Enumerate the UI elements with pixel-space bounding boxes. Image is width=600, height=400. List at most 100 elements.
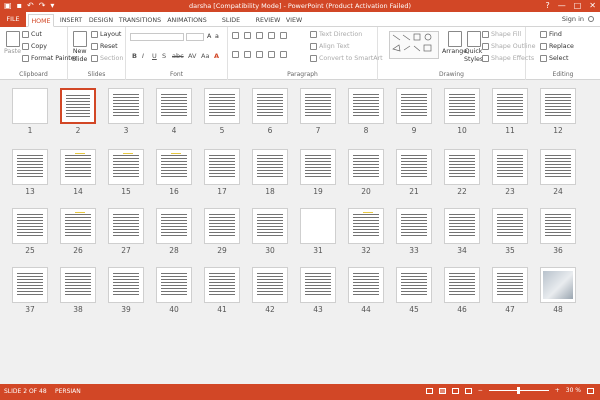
slide-thumbnail-45[interactable] — [396, 267, 432, 303]
quick-styles-button[interactable]: Quick Styles — [464, 31, 483, 63]
slide-thumbnail-43[interactable] — [300, 267, 336, 303]
slide-thumbnail-5[interactable] — [204, 88, 240, 124]
underline-button[interactable]: U — [152, 52, 157, 60]
font-name-combo[interactable] — [130, 33, 184, 41]
close-icon[interactable]: ✕ — [589, 0, 596, 12]
language-indicator[interactable]: PERSIAN — [55, 388, 81, 395]
layout-button[interactable]: Layout — [91, 31, 121, 38]
paste-button[interactable]: Paste — [4, 31, 21, 55]
slide-thumbnail-48[interactable] — [540, 267, 576, 303]
grow-font-icon[interactable]: A — [207, 33, 211, 40]
slide-thumbnail-3[interactable] — [108, 88, 144, 124]
tab-view[interactable]: VIEW — [284, 14, 304, 27]
increase-indent-button[interactable] — [268, 32, 275, 39]
line-spacing-button[interactable] — [280, 32, 287, 39]
slide-thumbnail-10[interactable] — [444, 88, 480, 124]
italic-button[interactable]: I — [142, 52, 144, 60]
tab-animations[interactable]: ANIMATIONS — [166, 14, 208, 27]
slide-thumbnail-12[interactable] — [540, 88, 576, 124]
slide-thumbnail-25[interactable] — [12, 208, 48, 244]
font-color-button[interactable]: A — [214, 52, 219, 60]
reading-view-icon[interactable] — [451, 387, 459, 394]
convert-smartart-button[interactable]: Convert to SmartArt — [310, 55, 383, 62]
copy-button[interactable]: Copy — [22, 43, 47, 50]
slide-thumbnail-11[interactable] — [492, 88, 528, 124]
slide-thumbnail-13[interactable] — [12, 149, 48, 185]
slide-thumbnail-34[interactable] — [444, 208, 480, 244]
zoom-in-button[interactable]: + — [555, 387, 560, 394]
slide-thumbnail-38[interactable] — [60, 267, 96, 303]
zoom-level[interactable]: 30 % — [566, 387, 581, 394]
sign-in[interactable]: Sign in — [562, 15, 594, 23]
align-center-button[interactable] — [244, 51, 251, 58]
fit-slide-icon[interactable] — [587, 387, 594, 394]
slide-thumbnail-22[interactable] — [444, 149, 480, 185]
slide-thumbnail-7[interactable] — [300, 88, 336, 124]
slide-thumbnail-37[interactable] — [12, 267, 48, 303]
slide-thumbnail-46[interactable] — [444, 267, 480, 303]
slide-thumbnail-35[interactable] — [492, 208, 528, 244]
slide-sorter-canvas[interactable]: 12 11 10 9 8 7 6 5 4 3 2 1 24 23 22 21 20 19 18 17 16 15 14 13 3… — [0, 80, 600, 384]
font-size-combo[interactable] — [186, 33, 204, 41]
slide-thumbnail-1[interactable] — [12, 88, 48, 124]
slide-thumbnail-15[interactable] — [108, 149, 144, 185]
slide-thumbnail-40[interactable] — [156, 267, 192, 303]
minimize-icon[interactable]: — — [558, 0, 566, 12]
normal-view-icon[interactable] — [425, 387, 433, 394]
slide-thumbnail-32[interactable] — [348, 208, 384, 244]
align-right-button[interactable] — [256, 51, 263, 58]
slide-thumbnail-14[interactable] — [60, 149, 96, 185]
slide-thumbnail-42[interactable] — [252, 267, 288, 303]
slide-thumbnail-16[interactable] — [156, 149, 192, 185]
slide-thumbnail-23[interactable] — [492, 149, 528, 185]
slide-thumbnail-33[interactable] — [396, 208, 432, 244]
maximize-icon[interactable]: □ — [574, 0, 582, 12]
slide-thumbnail-17[interactable] — [204, 149, 240, 185]
section-button[interactable]: Section — [91, 55, 123, 62]
slide-thumbnail-44[interactable] — [348, 267, 384, 303]
zoom-slider-knob[interactable] — [516, 387, 520, 394]
columns-button[interactable] — [280, 51, 287, 58]
slide-thumbnail-29[interactable] — [204, 208, 240, 244]
select-button[interactable]: Select — [540, 55, 568, 62]
tab-insert[interactable]: INSERT — [58, 14, 84, 27]
shadow-button[interactable]: S — [162, 52, 166, 60]
slide-thumbnail-9[interactable] — [396, 88, 432, 124]
slide-thumbnail-31[interactable] — [300, 208, 336, 244]
tab-file[interactable]: FILE — [0, 12, 26, 27]
help-icon[interactable]: ? — [545, 0, 549, 12]
slide-thumbnail-19[interactable] — [300, 149, 336, 185]
char-spacing-button[interactable]: AV — [188, 52, 196, 60]
tab-design[interactable]: DESIGN — [88, 14, 114, 27]
bold-button[interactable]: B — [132, 52, 137, 60]
tab-slide-show[interactable]: SLIDE SHOW — [211, 14, 251, 37]
strikethrough-button[interactable]: abc — [172, 52, 184, 60]
slide-thumbnail-2[interactable] — [60, 88, 96, 124]
slide-thumbnail-47[interactable] — [492, 267, 528, 303]
justify-button[interactable] — [268, 51, 275, 58]
slide-thumbnail-39[interactable] — [108, 267, 144, 303]
align-text-button[interactable]: Align Text — [310, 43, 350, 50]
slide-thumbnail-41[interactable] — [204, 267, 240, 303]
slide-thumbnail-21[interactable] — [396, 149, 432, 185]
find-button[interactable]: Find — [540, 31, 562, 38]
slide-thumbnail-28[interactable] — [156, 208, 192, 244]
slide-thumbnail-8[interactable] — [348, 88, 384, 124]
slide-thumbnail-4[interactable] — [156, 88, 192, 124]
slide-thumbnail-6[interactable] — [252, 88, 288, 124]
text-direction-button[interactable]: Text Direction — [310, 31, 362, 38]
shapes-gallery[interactable] — [389, 31, 439, 59]
tab-home[interactable]: HOME — [28, 14, 54, 27]
change-case-button[interactable]: Aa — [201, 52, 209, 60]
zoom-out-button[interactable]: − — [478, 387, 483, 394]
bullets-button[interactable] — [232, 32, 239, 39]
align-left-button[interactable] — [232, 51, 239, 58]
slide-thumbnail-30[interactable] — [252, 208, 288, 244]
reset-button[interactable]: Reset — [91, 43, 118, 50]
slide-thumbnail-36[interactable] — [540, 208, 576, 244]
tab-review[interactable]: REVIEW — [255, 14, 281, 27]
shape-fill-button[interactable]: Shape Fill — [482, 31, 521, 38]
slide-sorter-view-icon[interactable] — [438, 387, 446, 394]
slide-thumbnail-18[interactable] — [252, 149, 288, 185]
replace-button[interactable]: Replace — [540, 43, 574, 50]
